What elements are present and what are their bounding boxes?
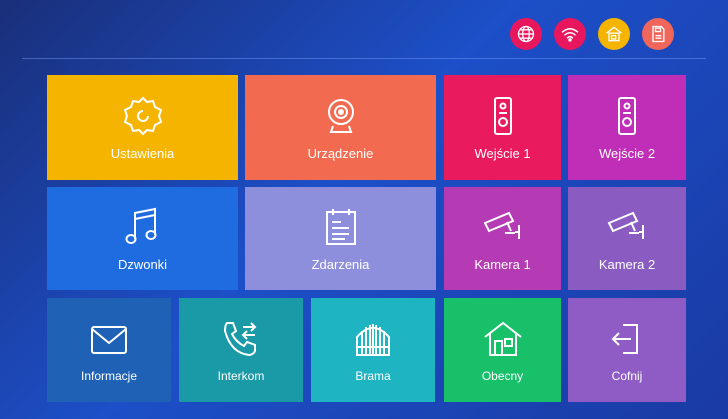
tile-label: Zdarzenia <box>311 257 370 272</box>
sd-card-icon[interactable] <box>642 18 674 50</box>
tile-cofnij[interactable]: Cofnij <box>568 298 686 402</box>
tile-label: Wejście 2 <box>598 146 656 161</box>
house-icon <box>481 317 525 361</box>
phone-transfer-icon <box>219 317 263 361</box>
home-screen: Ustawienia Urządzenie Wejście 1 Wejście … <box>0 0 728 419</box>
camera-icon <box>319 94 363 138</box>
tile-label: Kamera 2 <box>598 257 656 272</box>
tile-informacje[interactable]: Informacje <box>47 298 171 402</box>
tile-label: Urządzenie <box>307 146 374 161</box>
doorbell-icon <box>481 94 525 138</box>
tile-kamera-1[interactable]: Kamera 1 <box>444 187 561 290</box>
tile-dzwonki[interactable]: Dzwonki <box>47 187 238 290</box>
gate-icon <box>351 317 395 361</box>
tile-zdarzenia[interactable]: Zdarzenia <box>245 187 436 290</box>
calendar-icon <box>319 205 363 249</box>
tile-label: Cofnij <box>611 369 643 383</box>
globe-icon[interactable] <box>510 18 542 50</box>
doorbell-icon <box>605 94 649 138</box>
exit-icon <box>605 317 649 361</box>
tile-label: Interkom <box>217 369 265 383</box>
wifi-icon[interactable] <box>554 18 586 50</box>
tile-label: Dzwonki <box>117 257 168 272</box>
tile-urzadzenie[interactable]: Urządzenie <box>245 75 436 180</box>
cctv-icon <box>605 205 649 249</box>
tile-obecny[interactable]: Obecny <box>444 298 561 402</box>
tile-label: Brama <box>355 369 391 383</box>
home-icon[interactable] <box>598 18 630 50</box>
header-divider <box>22 58 706 59</box>
envelope-icon <box>87 317 131 361</box>
cctv-icon <box>481 205 525 249</box>
tile-kamera-2[interactable]: Kamera 2 <box>568 187 686 290</box>
tile-wejscie-2[interactable]: Wejście 2 <box>568 75 686 180</box>
tile-label: Informacje <box>80 369 138 383</box>
tile-label: Kamera 1 <box>474 257 531 272</box>
music-note-icon <box>121 205 165 249</box>
tile-label: Obecny <box>481 369 524 383</box>
gear-icon <box>121 94 165 138</box>
tile-ustawienia[interactable]: Ustawienia <box>47 75 238 180</box>
tile-label: Ustawienia <box>110 146 175 161</box>
tile-interkom[interactable]: Interkom <box>179 298 303 402</box>
tile-wejscie-1[interactable]: Wejście 1 <box>444 75 561 180</box>
tile-label: Wejście 1 <box>474 146 531 161</box>
tile-brama[interactable]: Brama <box>311 298 435 402</box>
